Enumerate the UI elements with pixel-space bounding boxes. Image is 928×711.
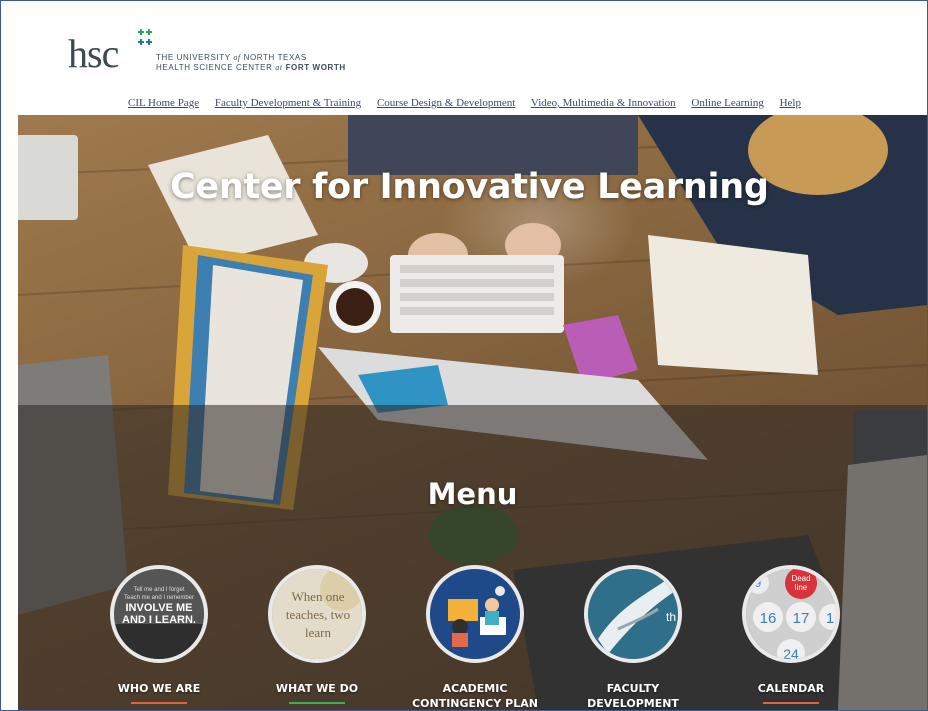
what-we-do-label[interactable]: WHAT WE DO [242,681,392,696]
calendar-label[interactable]: CALENDAR [716,681,866,696]
svg-text:Teach me and I remember: Teach me and I remember [124,595,194,601]
page-title: Center for Innovative Learning [170,167,769,207]
hero-banner: Center for Innovative Learning Menu Tell… [18,115,927,710]
page: hsc THE UNIVERSITY of NORTH TEXAS HEALTH… [18,9,927,710]
svg-text:teaches, two: teaches, two [286,607,350,622]
svg-text:17: 17 [793,610,810,627]
svg-text:AND I LEARN.: AND I LEARN. [122,614,196,626]
logo-mark: hsc [68,31,119,76]
logo-stars-icon [138,29,152,45]
svg-text:INVOLVE ME: INVOLVE ME [125,602,192,614]
logo-wordmark: THE UNIVERSITY of NORTH TEXAS HEALTH SCI… [156,53,346,72]
menu-grid: Tell me and I forget Teach me and I reme… [18,565,927,710]
who-we-are-underline [131,702,187,704]
nav-help[interactable]: Help [780,97,801,109]
academic-contingency-image[interactable] [426,565,524,663]
menu-heading: Menu [427,477,518,511]
menu-item-calendar[interactable]: Dead line 9 16 17 1 24 CALENDAR [716,565,866,704]
svg-text:th: th [666,610,676,624]
nav-cil-home[interactable]: CIL Home Page [128,97,199,109]
screenshot-frame: hsc THE UNIVERSITY of NORTH TEXAS HEALTH… [0,0,928,711]
svg-text:Tell me and I forget: Tell me and I forget [133,587,184,593]
top-nav: CIL Home Page Faculty Development & Trai… [128,97,814,109]
who-we-are-label[interactable]: WHO WE ARE [84,681,234,696]
menu-item-academic-contingency-plan[interactable]: ACADEMIC CONTINGENCY PLAN [400,565,550,710]
menu-item-faculty-development[interactable]: th FACULTY DEVELOPMENT [558,565,708,710]
svg-text:line: line [795,583,808,592]
who-we-are-image[interactable]: Tell me and I forget Teach me and I reme… [110,565,208,663]
what-we-do-underline [289,702,345,704]
svg-text:When one: When one [291,589,344,604]
nav-online-learning[interactable]: Online Learning [691,97,763,109]
what-we-do-image[interactable]: When one teaches, two learn [268,565,366,663]
svg-text:learn: learn [305,625,331,640]
faculty-development-label[interactable]: FACULTY DEVELOPMENT [558,681,708,710]
svg-text:9: 9 [755,578,761,590]
faculty-development-image[interactable]: th [584,565,682,663]
menu-item-what-we-do[interactable]: When one teaches, two learn WHAT WE DO [242,565,392,704]
academic-contingency-label[interactable]: ACADEMIC CONTINGENCY PLAN [400,681,550,710]
nav-faculty-development[interactable]: Faculty Development & Training [215,97,361,109]
nav-course-design[interactable]: Course Design & Development [377,97,515,109]
nav-video-multimedia[interactable]: Video, Multimedia & Innovation [531,97,676,109]
svg-text:16: 16 [760,610,777,627]
menu-item-who-we-are[interactable]: Tell me and I forget Teach me and I reme… [84,565,234,704]
calendar-image[interactable]: Dead line 9 16 17 1 24 [742,565,840,663]
svg-text:1: 1 [826,610,834,627]
svg-text:Dead: Dead [791,574,810,583]
svg-text:24: 24 [783,646,799,659]
calendar-underline [763,702,819,704]
